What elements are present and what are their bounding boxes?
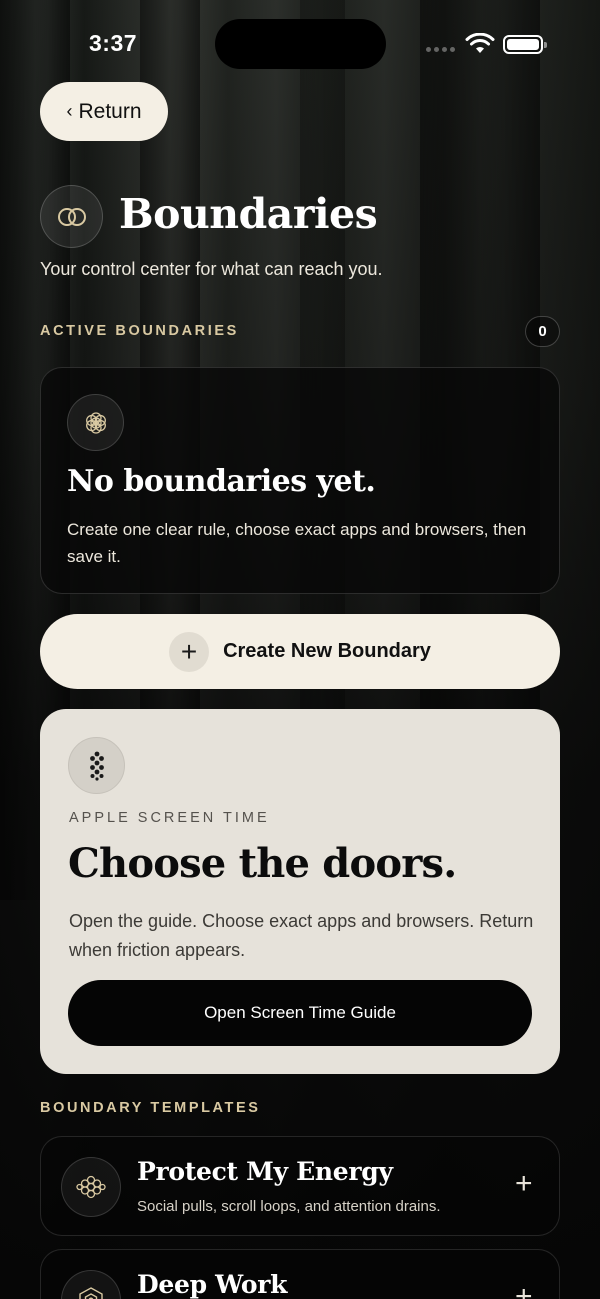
rings-icon <box>40 185 103 248</box>
chevron-left-icon: ‹ <box>66 101 73 121</box>
add-template-icon[interactable]: + <box>515 1282 533 1299</box>
boundary-templates-label: BOUNDARY TEMPLATES <box>40 1100 261 1116</box>
hourglass-dots-icon <box>68 737 125 794</box>
screen-time-eyebrow: APPLE SCREEN TIME <box>69 810 270 826</box>
dynamic-island <box>215 19 386 69</box>
empty-title: No boundaries yet. <box>67 464 376 499</box>
template-card[interactable]: Deep Work + <box>40 1249 560 1299</box>
empty-state-card: No boundaries yet. Create one clear rule… <box>40 367 560 594</box>
screen-time-card: APPLE SCREEN TIME Choose the doors. Open… <box>40 709 560 1074</box>
template-title: Deep Work <box>137 1270 288 1299</box>
open-screen-time-guide-button[interactable]: Open Screen Time Guide <box>68 980 532 1046</box>
wifi-icon <box>465 33 495 53</box>
return-button[interactable]: ‹ Return <box>40 82 168 141</box>
active-count-badge: 0 <box>525 316 560 347</box>
battery-icon <box>503 35 547 54</box>
template-card[interactable]: Protect My Energy Social pulls, scroll l… <box>40 1136 560 1236</box>
plus-icon: + <box>169 631 210 672</box>
create-new-boundary-button[interactable]: + Create New Boundary <box>40 614 560 689</box>
page-title: Boundaries <box>119 190 378 238</box>
create-label: Create New Boundary <box>223 640 431 662</box>
template-description: Social pulls, scroll loops, and attentio… <box>137 1198 441 1215</box>
add-template-icon[interactable]: + <box>515 1169 533 1199</box>
hexagon-cluster-icon <box>61 1157 121 1217</box>
status-time: 3:37 <box>89 30 138 56</box>
active-boundaries-label: ACTIVE BOUNDARIES <box>40 323 239 339</box>
flower-of-life-icon <box>67 394 124 451</box>
template-title: Protect My Energy <box>137 1157 393 1186</box>
focus-hexagon-icon <box>61 1270 121 1299</box>
signal-icon <box>426 47 455 52</box>
screen-time-title: Choose the doors. <box>68 840 457 887</box>
page-subtitle: Your control center for what can reach y… <box>40 259 383 279</box>
empty-description: Create one clear rule, choose exact apps… <box>67 520 527 566</box>
return-label: Return <box>78 99 142 123</box>
screen-time-description: Open the guide. Choose exact apps and br… <box>69 911 534 960</box>
